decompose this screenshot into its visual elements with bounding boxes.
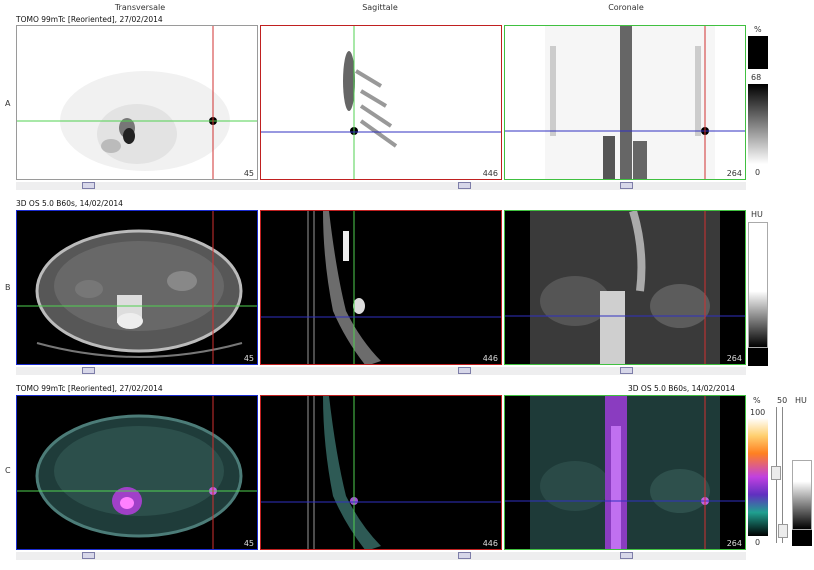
- row-c-scroll-track: [16, 552, 746, 560]
- scale-c-bottom-block: [792, 530, 812, 546]
- row-b-title: 3D OS 5.0 B60s, 14/02/2014: [16, 199, 123, 208]
- row-a-sagittal-slider[interactable]: [458, 182, 471, 189]
- row-b-coronal-view[interactable]: 264: [504, 210, 746, 365]
- slice-number: 446: [482, 354, 498, 363]
- row-a-transversal-view[interactable]: 45: [16, 25, 258, 180]
- scale-b-bottom-block: [748, 348, 768, 366]
- row-b-label: B: [5, 283, 11, 292]
- slice-number: 45: [243, 354, 254, 363]
- scale-a-unit: %: [754, 25, 762, 34]
- scale-b-unit: HU: [751, 210, 763, 219]
- scale-c-unit: %: [753, 396, 761, 405]
- row-b-transversal-view[interactable]: 45: [16, 210, 258, 365]
- row-c-coronal-slider[interactable]: [620, 552, 633, 559]
- slice-number: 446: [482, 169, 498, 178]
- scale-c-unit2: HU: [795, 396, 807, 405]
- row-c-coronal-view[interactable]: 264: [504, 395, 746, 550]
- row-a-coronal-view[interactable]: 264: [504, 25, 746, 180]
- slice-number: 446: [482, 539, 498, 548]
- mix-slider-handle[interactable]: [771, 466, 781, 480]
- row-c-sagittal-slider[interactable]: [458, 552, 471, 559]
- column-header-transversale: Transversale: [114, 3, 166, 12]
- row-b-sagittal-slider[interactable]: [458, 367, 471, 374]
- column-header-sagittale: Sagittale: [362, 3, 398, 12]
- mix-slider-handle-2[interactable]: [778, 524, 788, 538]
- row-a-coronal-slider[interactable]: [620, 182, 633, 189]
- scale-c-min: 0: [755, 538, 761, 547]
- scale-a-grayscale-bar[interactable]: [748, 84, 768, 164]
- row-c-label: C: [5, 466, 11, 475]
- row-a-label: A: [5, 99, 11, 108]
- scale-b-grayscale-bar[interactable]: [748, 222, 768, 348]
- row-a-title: TOMO 99mTc [Reoriented], 27/02/2014: [16, 15, 163, 24]
- row-c-transversal-slider[interactable]: [82, 552, 95, 559]
- row-a-scroll-track: [16, 182, 746, 190]
- scale-c-grayscale-bar[interactable]: [792, 460, 812, 530]
- row-b-transversal-slider[interactable]: [82, 367, 95, 374]
- row-c-transversal-view[interactable]: 45: [16, 395, 258, 550]
- slice-number: 264: [726, 539, 742, 548]
- row-b-scroll-track: [16, 367, 746, 375]
- slice-number: 45: [243, 169, 254, 178]
- mix-slider-rail-2: [782, 407, 783, 543]
- row-b-coronal-slider[interactable]: [620, 367, 633, 374]
- row-a-sagittal-view[interactable]: 446: [260, 25, 502, 180]
- column-header-coronale: Coronale: [608, 3, 644, 12]
- scale-c-color-bar[interactable]: [748, 418, 768, 536]
- scale-c-max: 100: [750, 408, 766, 417]
- scale-a-top-block: [748, 36, 768, 69]
- row-b-sagittal-view[interactable]: 446: [260, 210, 502, 365]
- scale-a-value: 68: [751, 73, 762, 82]
- row-c-sagittal-view[interactable]: 446: [260, 395, 502, 550]
- row-c-title-right: 3D OS 5.0 B60s, 14/02/2014: [628, 384, 735, 393]
- slice-number: 264: [726, 169, 742, 178]
- row-c-title-left: TOMO 99mTc [Reoriented], 27/02/2014: [16, 384, 163, 393]
- row-a-transversal-slider[interactable]: [82, 182, 95, 189]
- slice-number: 264: [726, 354, 742, 363]
- scale-c-mix-label: 50: [777, 396, 788, 405]
- scale-a-min: 0: [755, 168, 761, 177]
- slice-number: 45: [243, 539, 254, 548]
